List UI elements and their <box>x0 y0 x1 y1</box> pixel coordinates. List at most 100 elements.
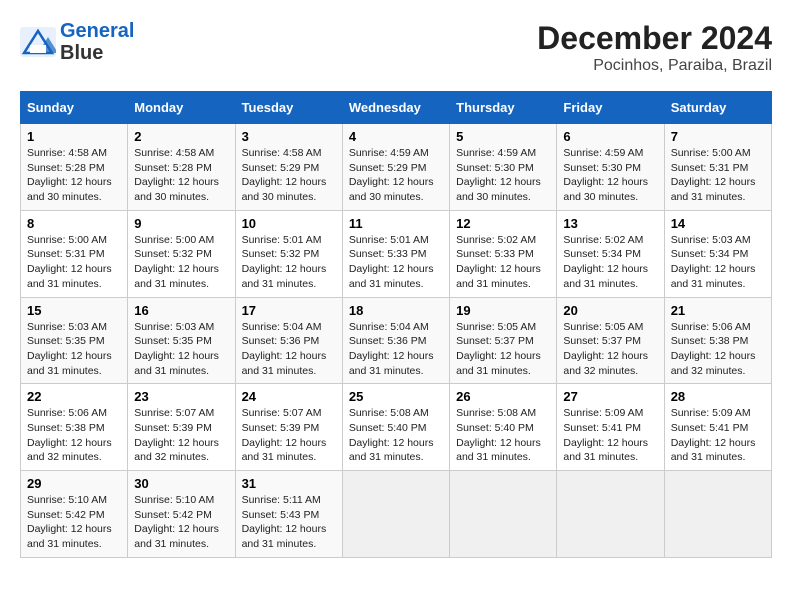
day-number: 18 <box>349 303 443 318</box>
day-info: Sunrise: 4:58 AM Sunset: 5:29 PM Dayligh… <box>242 146 336 205</box>
day-number: 9 <box>134 216 228 231</box>
calendar-cell: 31 Sunrise: 5:11 AM Sunset: 5:43 PM Dayli… <box>235 471 342 558</box>
calendar-cell: 27 Sunrise: 5:09 AM Sunset: 5:41 PM Dayli… <box>557 384 664 471</box>
calendar-header-sunday: Sunday <box>21 92 128 124</box>
calendar-cell: 23 Sunrise: 5:07 AM Sunset: 5:39 PM Dayli… <box>128 384 235 471</box>
day-number: 14 <box>671 216 765 231</box>
calendar-cell: 12 Sunrise: 5:02 AM Sunset: 5:33 PM Dayli… <box>450 210 557 297</box>
calendar-cell <box>664 471 771 558</box>
day-number: 12 <box>456 216 550 231</box>
day-number: 30 <box>134 476 228 491</box>
title-block: December 2024 Pocinhos, Paraiba, Brazil <box>537 20 772 75</box>
day-number: 6 <box>563 129 657 144</box>
calendar-cell: 30Sunrise: 5:10 AM Sunset: 5:42 PM Dayli… <box>128 471 235 558</box>
calendar-cell: 9 Sunrise: 5:00 AM Sunset: 5:32 PM Daylig… <box>128 210 235 297</box>
calendar-cell: 2 Sunrise: 4:58 AM Sunset: 5:28 PM Daylig… <box>128 124 235 211</box>
day-number: 23 <box>134 389 228 404</box>
day-info: Sunrise: 5:03 AM Sunset: 5:35 PM Dayligh… <box>27 320 121 379</box>
day-info: Sunrise: 5:05 AM Sunset: 5:37 PM Dayligh… <box>456 320 550 379</box>
day-info: Sunrise: 4:58 AM Sunset: 5:28 PM Dayligh… <box>27 146 121 205</box>
calendar-cell: 18 Sunrise: 5:04 AM Sunset: 5:36 PM Dayli… <box>342 297 449 384</box>
calendar-cell: 21 Sunrise: 5:06 AM Sunset: 5:38 PM Dayli… <box>664 297 771 384</box>
day-number: 2 <box>134 129 228 144</box>
calendar-cell: 5 Sunrise: 4:59 AM Sunset: 5:30 PM Daylig… <box>450 124 557 211</box>
calendar-cell: 26Sunrise: 5:08 AM Sunset: 5:40 PM Dayli… <box>450 384 557 471</box>
calendar-cell: 13 Sunrise: 5:02 AM Sunset: 5:34 PM Dayli… <box>557 210 664 297</box>
day-number: 21 <box>671 303 765 318</box>
day-number: 15 <box>27 303 121 318</box>
day-number: 1 <box>27 129 121 144</box>
day-info: Sunrise: 4:59 AM Sunset: 5:30 PM Dayligh… <box>456 146 550 205</box>
calendar-header-tuesday: Tuesday <box>235 92 342 124</box>
day-info: Sunrise: 5:01 AM Sunset: 5:33 PM Dayligh… <box>349 233 443 292</box>
page-title: December 2024 <box>537 20 772 57</box>
calendar-cell <box>557 471 664 558</box>
day-info: Sunrise: 5:04 AM Sunset: 5:36 PM Dayligh… <box>242 320 336 379</box>
day-number: 16 <box>134 303 228 318</box>
calendar-cell: 17 Sunrise: 5:04 AM Sunset: 5:36 PM Dayli… <box>235 297 342 384</box>
day-info: Sunrise: 5:00 AM Sunset: 5:31 PM Dayligh… <box>671 146 765 205</box>
calendar-cell: 16 Sunrise: 5:03 AM Sunset: 5:35 PM Dayli… <box>128 297 235 384</box>
day-number: 13 <box>563 216 657 231</box>
calendar-body: 1 Sunrise: 4:58 AM Sunset: 5:28 PM Daylig… <box>21 124 772 558</box>
day-info: Sunrise: 5:03 AM Sunset: 5:34 PM Dayligh… <box>671 233 765 292</box>
day-number: 26 <box>456 389 550 404</box>
page-header: General Blue December 2024 Pocinhos, Par… <box>20 20 772 75</box>
day-number: 8 <box>27 216 121 231</box>
day-number: 31 <box>242 476 336 491</box>
calendar-week-row: 1 Sunrise: 4:58 AM Sunset: 5:28 PM Daylig… <box>21 124 772 211</box>
day-info: Sunrise: 5:09 AM Sunset: 5:41 PM Dayligh… <box>563 406 657 465</box>
day-number: 5 <box>456 129 550 144</box>
calendar-cell <box>342 471 449 558</box>
logo-text-line2: Blue <box>60 42 134 64</box>
calendar-cell: 19 Sunrise: 5:05 AM Sunset: 5:37 PM Dayli… <box>450 297 557 384</box>
day-number: 3 <box>242 129 336 144</box>
day-info: Sunrise: 5:06 AM Sunset: 5:38 PM Dayligh… <box>671 320 765 379</box>
day-number: 28 <box>671 389 765 404</box>
day-info: Sunrise: 5:07 AM Sunset: 5:39 PM Dayligh… <box>134 406 228 465</box>
logo-icon <box>20 27 56 57</box>
day-info: Sunrise: 5:11 AM Sunset: 5:43 PM Dayligh… <box>242 493 336 552</box>
calendar-cell: 11 Sunrise: 5:01 AM Sunset: 5:33 PM Dayli… <box>342 210 449 297</box>
calendar-cell: 24Sunrise: 5:07 AM Sunset: 5:39 PM Dayli… <box>235 384 342 471</box>
calendar-cell: 10 Sunrise: 5:01 AM Sunset: 5:32 PM Dayli… <box>235 210 342 297</box>
calendar-cell: 22Sunrise: 5:06 AM Sunset: 5:38 PM Dayli… <box>21 384 128 471</box>
calendar-cell: 14 Sunrise: 5:03 AM Sunset: 5:34 PM Dayli… <box>664 210 771 297</box>
day-info: Sunrise: 5:06 AM Sunset: 5:38 PM Dayligh… <box>27 406 121 465</box>
calendar-header-wednesday: Wednesday <box>342 92 449 124</box>
day-number: 7 <box>671 129 765 144</box>
day-info: Sunrise: 5:00 AM Sunset: 5:32 PM Dayligh… <box>134 233 228 292</box>
day-number: 27 <box>563 389 657 404</box>
day-info: Sunrise: 5:04 AM Sunset: 5:36 PM Dayligh… <box>349 320 443 379</box>
day-number: 10 <box>242 216 336 231</box>
calendar-table: SundayMondayTuesdayWednesdayThursdayFrid… <box>20 91 772 558</box>
calendar-header-monday: Monday <box>128 92 235 124</box>
day-info: Sunrise: 5:08 AM Sunset: 5:40 PM Dayligh… <box>349 406 443 465</box>
day-info: Sunrise: 5:01 AM Sunset: 5:32 PM Dayligh… <box>242 233 336 292</box>
day-info: Sunrise: 5:10 AM Sunset: 5:42 PM Dayligh… <box>27 493 121 552</box>
day-number: 17 <box>242 303 336 318</box>
calendar-cell: 3 Sunrise: 4:58 AM Sunset: 5:29 PM Daylig… <box>235 124 342 211</box>
day-info: Sunrise: 4:59 AM Sunset: 5:29 PM Dayligh… <box>349 146 443 205</box>
day-number: 11 <box>349 216 443 231</box>
day-number: 29 <box>27 476 121 491</box>
day-info: Sunrise: 5:07 AM Sunset: 5:39 PM Dayligh… <box>242 406 336 465</box>
day-number: 19 <box>456 303 550 318</box>
calendar-header-friday: Friday <box>557 92 664 124</box>
calendar-cell: 20Sunrise: 5:05 AM Sunset: 5:37 PM Dayli… <box>557 297 664 384</box>
calendar-header-thursday: Thursday <box>450 92 557 124</box>
calendar-week-row: 29 Sunrise: 5:10 AM Sunset: 5:42 PM Dayli… <box>21 471 772 558</box>
day-info: Sunrise: 5:03 AM Sunset: 5:35 PM Dayligh… <box>134 320 228 379</box>
calendar-cell: 29 Sunrise: 5:10 AM Sunset: 5:42 PM Dayli… <box>21 471 128 558</box>
calendar-cell: 25Sunrise: 5:08 AM Sunset: 5:40 PM Dayli… <box>342 384 449 471</box>
day-info: Sunrise: 5:02 AM Sunset: 5:34 PM Dayligh… <box>563 233 657 292</box>
calendar-cell <box>450 471 557 558</box>
calendar-cell: 8 Sunrise: 5:00 AM Sunset: 5:31 PM Daylig… <box>21 210 128 297</box>
calendar-week-row: 22Sunrise: 5:06 AM Sunset: 5:38 PM Dayli… <box>21 384 772 471</box>
day-info: Sunrise: 5:05 AM Sunset: 5:37 PM Dayligh… <box>563 320 657 379</box>
day-info: Sunrise: 5:00 AM Sunset: 5:31 PM Dayligh… <box>27 233 121 292</box>
calendar-cell: 1 Sunrise: 4:58 AM Sunset: 5:28 PM Daylig… <box>21 124 128 211</box>
calendar-cell: 28Sunrise: 5:09 AM Sunset: 5:41 PM Dayli… <box>664 384 771 471</box>
day-info: Sunrise: 4:58 AM Sunset: 5:28 PM Dayligh… <box>134 146 228 205</box>
day-info: Sunrise: 5:02 AM Sunset: 5:33 PM Dayligh… <box>456 233 550 292</box>
